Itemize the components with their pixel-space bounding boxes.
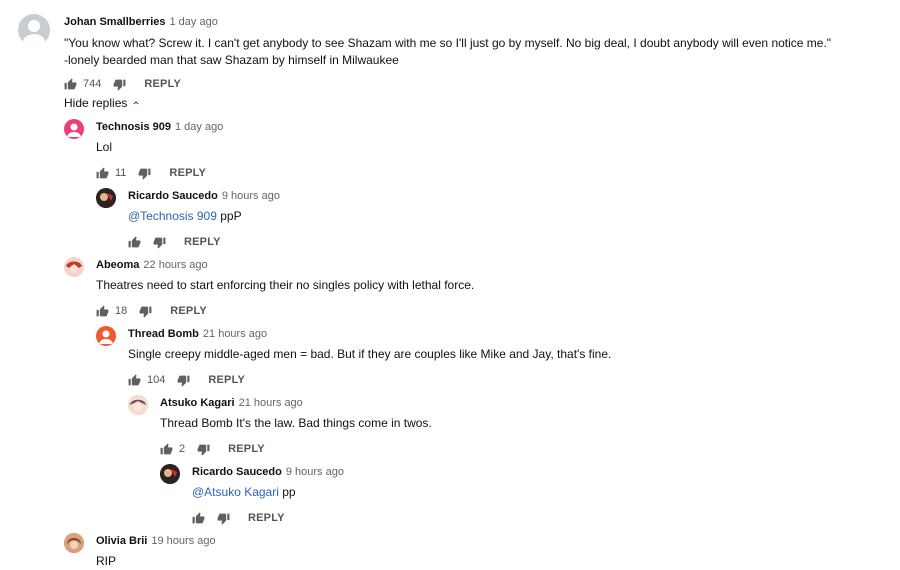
comment-text: "You know what? Screw it. I can't get an… — [64, 36, 832, 67]
comment-time[interactable]: 1 day ago — [170, 16, 218, 28]
comment-text: Single creepy middle-aged men = bad. But… — [128, 347, 612, 361]
comment-author[interactable]: Ricardo Saucedo — [192, 466, 282, 478]
thumbs-down-icon[interactable] — [113, 78, 126, 91]
comment-text: Theatres need to start enforcing their n… — [96, 278, 475, 292]
character-avatar-icon — [64, 257, 84, 277]
reply-button[interactable]: REPLY — [169, 167, 206, 179]
avatar[interactable] — [18, 14, 50, 46]
thumbs-up-icon[interactable] — [128, 374, 141, 387]
comment-actions: REPLY — [128, 234, 280, 250]
comment-author[interactable]: Abeoma — [96, 259, 139, 271]
chevron-up-icon — [133, 101, 139, 105]
comment-time[interactable]: 9 hours ago — [286, 466, 344, 478]
comment-time[interactable]: 22 hours ago — [143, 259, 207, 271]
comment-text: @Technosis 909 ppP — [128, 209, 242, 223]
like-count: 744 — [83, 78, 102, 90]
mention-link[interactable]: @Technosis 909 — [128, 209, 217, 223]
character-avatar-icon — [160, 464, 180, 484]
user-icon — [99, 330, 113, 344]
thumbs-up-icon[interactable] — [96, 167, 109, 180]
comment-actions: 104 REPLY — [128, 372, 611, 388]
hide-replies-label: Hide replies — [64, 96, 128, 110]
thumbs-down-icon[interactable] — [197, 443, 210, 456]
comment-time[interactable]: 21 hours ago — [203, 328, 267, 340]
like-count: 18 — [115, 305, 128, 317]
comment-actions: 11 REPLY — [96, 165, 223, 181]
comment-thread: Johan Smallberries 1 day ago "You know wh… — [0, 0, 900, 568]
mention-link[interactable]: @Atsuko Kagari — [192, 485, 279, 499]
comment-time[interactable]: 9 hours ago — [222, 190, 280, 202]
comment-author[interactable]: Atsuko Kagari — [160, 397, 235, 409]
comment-actions: 744 REPLY — [64, 76, 831, 92]
reply-button[interactable]: REPLY — [184, 236, 221, 248]
character-avatar-icon — [128, 395, 148, 415]
comment-actions: 18 REPLY — [96, 303, 474, 319]
avatar[interactable] — [64, 257, 84, 277]
reply-button[interactable]: REPLY — [170, 305, 207, 317]
reply-button[interactable]: REPLY — [248, 512, 285, 524]
like-count: 104 — [147, 374, 166, 386]
avatar[interactable] — [128, 395, 148, 415]
comment-text: RIP — [96, 554, 117, 568]
thumbs-up-icon[interactable] — [192, 512, 205, 525]
comment-text: Thread Bomb It's the law. Bad things com… — [160, 416, 432, 430]
avatar[interactable] — [64, 533, 84, 553]
comment-time[interactable]: 21 hours ago — [239, 397, 303, 409]
comment-author[interactable]: Johan Smallberries — [64, 16, 166, 28]
comment-actions: 2 REPLY — [160, 441, 432, 457]
reply-button[interactable]: REPLY — [144, 78, 181, 90]
comment-author[interactable]: Thread Bomb — [128, 328, 199, 340]
avatar[interactable] — [64, 119, 84, 139]
like-count: 11 — [115, 167, 127, 179]
like-count: 2 — [179, 443, 186, 455]
reply-button[interactable]: REPLY — [208, 374, 245, 386]
comment-time[interactable]: 1 day ago — [175, 121, 223, 133]
avatar[interactable] — [160, 464, 180, 484]
thumbs-down-icon[interactable] — [177, 374, 190, 387]
character-avatar-icon — [96, 188, 116, 208]
comment-actions: REPLY — [192, 510, 344, 526]
hide-replies-button[interactable]: Hide replies — [64, 96, 141, 110]
avatar[interactable] — [96, 326, 116, 346]
thumbs-down-icon[interactable] — [139, 305, 152, 318]
comment-text: @Atsuko Kagari pp — [192, 485, 296, 499]
thumbs-up-icon[interactable] — [160, 443, 173, 456]
user-icon — [67, 123, 81, 137]
character-avatar-icon — [64, 533, 84, 553]
comment-author[interactable]: Olivia Brii — [96, 535, 147, 547]
comment-author[interactable]: Ricardo Saucedo — [128, 190, 218, 202]
thumbs-down-icon[interactable] — [153, 236, 166, 249]
comment-author[interactable]: Technosis 909 — [96, 121, 171, 133]
comment-time[interactable]: 19 hours ago — [151, 535, 215, 547]
thumbs-up-icon[interactable] — [96, 305, 109, 318]
comment-text: Lol — [96, 140, 113, 154]
thumbs-down-icon[interactable] — [217, 512, 230, 525]
avatar[interactable] — [96, 188, 116, 208]
thumbs-down-icon[interactable] — [138, 167, 151, 180]
reply-button[interactable]: REPLY — [228, 443, 265, 455]
thumbs-up-icon[interactable] — [128, 236, 141, 249]
thumbs-up-icon[interactable] — [64, 78, 77, 91]
